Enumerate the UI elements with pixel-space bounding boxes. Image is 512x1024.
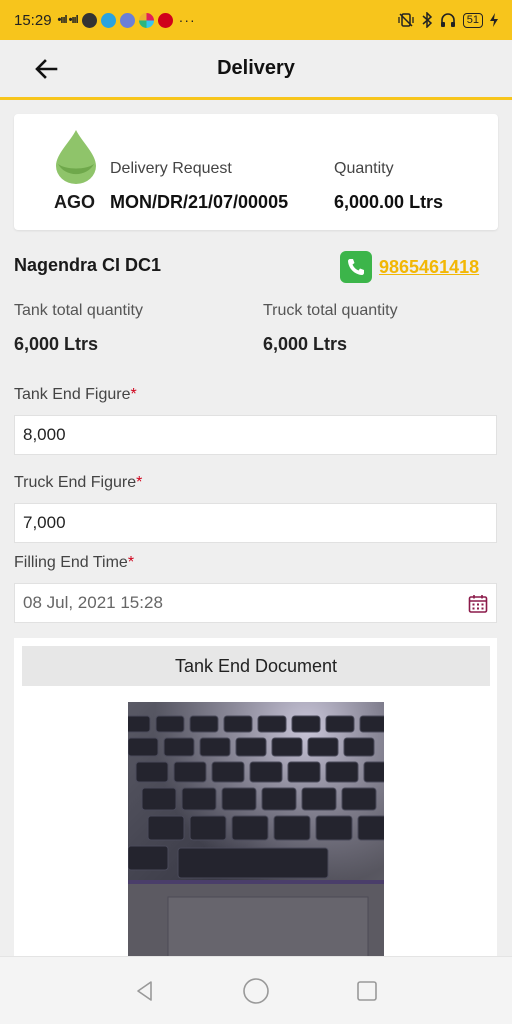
quantity-label: Quantity [334,160,394,177]
more-notifications-icon: ··· [178,12,196,28]
bluetooth-icon [422,12,432,28]
keyboard-photo [128,702,384,968]
tank-end-figure-label-text: Tank End Figure [14,386,131,403]
status-bar: 15:29 •ııl •ııl ··· 51 [0,0,512,40]
filling-end-time-label-text: Filling End Time [14,554,128,571]
required-mark: * [127,554,135,571]
delivery-request-label: Delivery Request [110,160,232,177]
back-arrow-icon [35,59,58,79]
filling-end-time-value: 08 Jul, 2021 15:28 [23,593,163,612]
truck-end-figure-label: Truck End Figure* [14,474,142,492]
quantity-value: 6,000.00 Ltrs [334,192,444,212]
truck-total-label: Truck total quantity [263,302,398,319]
app-notification-icon [157,12,173,28]
nav-recents-icon [356,980,377,1001]
required-mark: * [136,474,143,491]
tank-end-document-photo[interactable] [128,702,384,968]
system-nav-bar [0,956,512,1024]
calendar-icon[interactable] [468,594,488,614]
tank-end-document-title: Tank End Document [22,646,490,686]
status-right: 51 [398,12,498,28]
filling-end-time-label: Filling End Time* [14,554,134,572]
app-bar: Delivery [0,40,512,100]
charging-icon [490,13,498,27]
delivery-summary-card: AGO Delivery Request MON/DR/21/07/00005 … [14,114,498,230]
tank-end-figure-input[interactable]: 8,000 [14,415,497,455]
telegram-icon [100,12,116,28]
headphones-icon [440,13,455,27]
truck-total-value: 6,000 Ltrs [263,334,348,354]
nav-home-button[interactable] [241,976,271,1006]
notification-app-icon [81,12,97,28]
status-time: 15:29 [14,11,52,29]
water-drop-icon [56,130,96,184]
filling-end-time-input[interactable]: 08 Jul, 2021 15:28 [14,583,497,623]
truck-end-figure-label-text: Truck End Figure [14,474,137,491]
nav-recents-button[interactable] [352,976,382,1006]
nav-home-icon [243,977,269,1004]
required-mark: * [130,386,137,403]
customer-name: Nagendra CI DC1 [14,255,162,275]
tank-end-figure-label: Tank End Figure* [14,386,137,404]
call-button[interactable] [340,251,372,283]
truck-end-figure-input[interactable]: 7,000 [14,503,497,543]
discord-icon [119,12,135,28]
nav-back-button[interactable] [130,976,160,1006]
slack-icon [138,12,154,28]
phone-number-link[interactable]: 9865461418 [379,257,479,278]
page-title: Delivery [217,57,295,79]
phone-icon [348,259,364,275]
vibrate-icon [398,13,414,27]
tank-total-label: Tank total quantity [14,302,143,319]
back-button[interactable] [28,54,64,84]
battery-icon: 51 [462,12,483,28]
signal-icon: •ııl •ııl [57,14,79,26]
nav-back-icon [137,980,153,1001]
delivery-request-value: MON/DR/21/07/00005 [110,192,289,212]
tank-total-value: 6,000 Ltrs [14,334,99,354]
tank-end-document-card: Tank End Document [14,638,497,968]
